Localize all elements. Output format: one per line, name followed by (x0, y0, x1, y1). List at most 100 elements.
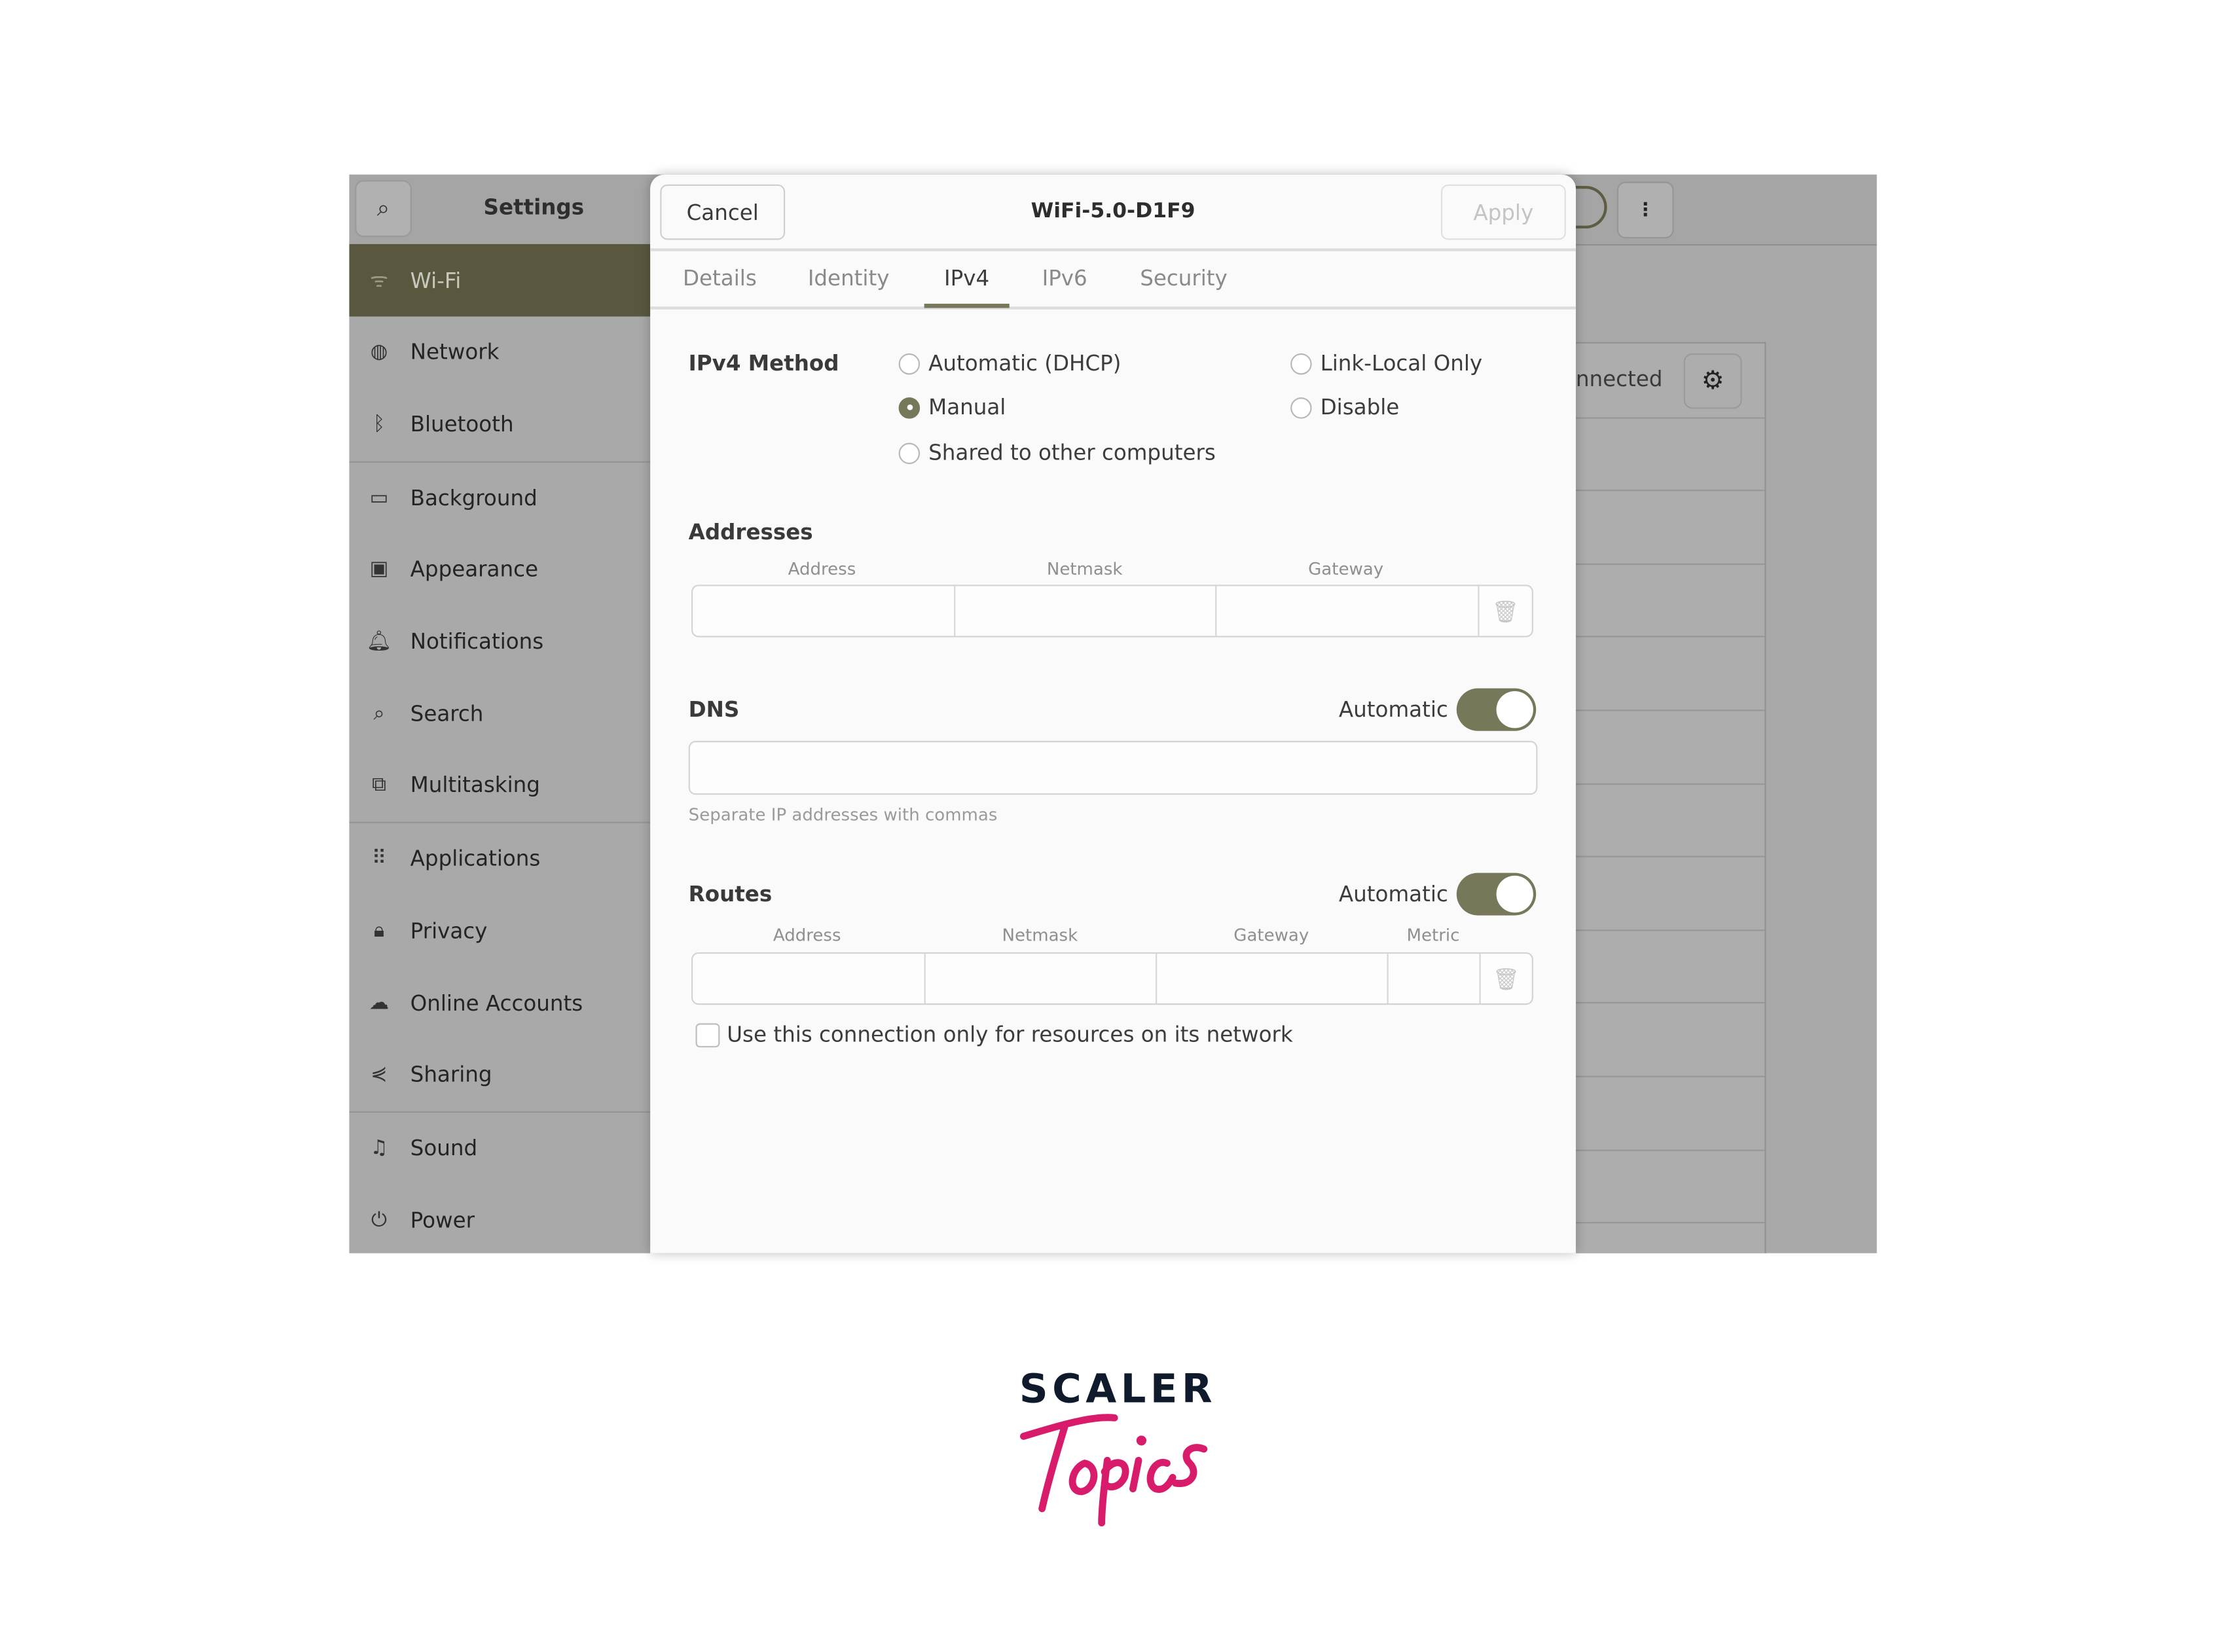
addresses-row: 🗑︎ (691, 584, 1533, 637)
network-list-row-divider (1575, 1149, 1765, 1151)
sidebar-item-label: Power (410, 1207, 475, 1233)
sidebar-item-power[interactable]: ⏻ Power (349, 1184, 650, 1253)
network-settings-button[interactable]: ⚙ (1683, 353, 1742, 409)
network-list-row-divider (1575, 1222, 1765, 1224)
apply-button[interactable]: Apply (1440, 184, 1566, 240)
trash-icon: 🗑︎ (1493, 965, 1520, 992)
connection-status: nnected (1575, 366, 1663, 392)
address-input[interactable] (693, 586, 956, 636)
route-metric-input[interactable] (1389, 954, 1481, 1004)
scaler-topics-logo (1019, 1414, 1208, 1527)
settings-title: Settings (483, 194, 585, 221)
gateway-input[interactable] (1216, 586, 1480, 636)
apps-grid-icon: ⠿ (371, 847, 387, 871)
tab-bar: Details Identity IPv4 IPv6 Security (650, 251, 1576, 310)
sidebar-item-notifications[interactable]: 🔔︎ Notifications (349, 605, 650, 678)
connection-dialog: Cancel WiFi-5.0-D1F9 Apply Details Ident… (650, 174, 1576, 1253)
sidebar-item-label: Online Accounts (410, 990, 583, 1016)
wifi-icon: ᯤ (370, 269, 388, 293)
dns-automatic-label: Automatic (1338, 696, 1448, 723)
routes-label: Routes (688, 881, 773, 907)
routes-automatic-toggle[interactable] (1456, 872, 1537, 916)
tab-identity[interactable]: Identity (808, 251, 890, 307)
share-icon: ⋞ (371, 1063, 388, 1086)
column-header: Metric (1406, 925, 1460, 946)
multitasking-icon: ⧉ (372, 774, 386, 797)
routes-row: 🗑︎ (691, 952, 1533, 1005)
bluetooth-icon: ᛒ (373, 412, 386, 436)
radio-automatic-dhcp[interactable]: Automatic (DHCP) (898, 350, 1122, 376)
sidebar-item-label: Privacy (410, 918, 488, 944)
radio-label: Shared to other computers (928, 440, 1216, 466)
screenshot-stage: ⌕ Settings ᯤ Wi-Fi ◍ Network ᛒ Bluetooth ▭ Back… (0, 0, 2226, 1652)
dns-label: DNS (688, 696, 740, 723)
sidebar-item-applications[interactable]: ⠿ Applications (349, 823, 650, 895)
network-list-row-divider (1575, 929, 1765, 931)
routes-automatic-label: Automatic (1338, 881, 1448, 907)
route-address-input[interactable] (693, 954, 926, 1004)
column-header: Netmask (1046, 559, 1123, 579)
radio-label: Manual (928, 394, 1006, 420)
radio-manual[interactable]: Manual (898, 394, 1006, 420)
gear-icon: ⚙ (1701, 366, 1724, 396)
sidebar-item-background[interactable]: ▭ Background (349, 461, 650, 534)
menu-button[interactable]: ⋮ (1616, 181, 1674, 239)
column-header: Netmask (1002, 925, 1078, 946)
background-display-icon: ▭ (369, 486, 389, 509)
sidebar-item-wi-fi[interactable]: ᯤ Wi-Fi (349, 243, 651, 317)
search-icon: ⌕ (373, 702, 385, 725)
sidebar-item-bluetooth[interactable]: ᛒ Bluetooth (349, 388, 650, 461)
column-header: Address (788, 559, 856, 579)
sidebar-item-label: Background (410, 484, 538, 511)
lock-icon: 🔒︎ (373, 919, 385, 943)
tab-ipv4[interactable]: IPv4 (924, 251, 1010, 308)
radio-label: Link-Local Only (1320, 350, 1483, 376)
tab-details[interactable]: Details (683, 251, 757, 307)
sidebar-item-privacy[interactable]: 🔒︎ Privacy (349, 895, 650, 967)
radio-link-local[interactable]: Link-Local Only (1290, 351, 1482, 376)
network-list-row-divider (1575, 783, 1765, 785)
sidebar-item-label: Sharing (410, 1062, 492, 1088)
sidebar-item-sound[interactable]: ♫ Sound (349, 1112, 650, 1185)
tab-ipv6[interactable]: IPv6 (1042, 251, 1087, 307)
trash-icon: 🗑︎ (1491, 598, 1520, 624)
sidebar-item-label: Network (410, 339, 500, 365)
dns-hint: Separate IP addresses with commas (688, 804, 998, 825)
network-list: nnected ⚙ (1575, 342, 1766, 1253)
power-icon: ⏻ (371, 1208, 387, 1232)
sidebar-item-sharing[interactable]: ⋞ Sharing (349, 1039, 650, 1111)
cancel-button[interactable]: Cancel (660, 184, 786, 240)
sidebar-item-label: Notifications (410, 628, 544, 655)
sidebar-item-network[interactable]: ◍ Network (349, 316, 650, 389)
search-button[interactable]: ⌕ (355, 180, 412, 238)
sidebar-item-multitasking[interactable]: ⧉ Multitasking (349, 749, 650, 822)
column-header: Address (773, 925, 841, 946)
network-list-row-divider (1575, 416, 1765, 418)
dns-automatic-toggle[interactable] (1456, 688, 1537, 731)
sidebar: ᯤ Wi-Fi ◍ Network ᛒ Bluetooth ▭ Background ▣ Appe… (349, 243, 652, 1253)
radio-disable[interactable]: Disable (1290, 395, 1399, 420)
route-gateway-input[interactable] (1157, 954, 1389, 1004)
partial-button[interactable] (1573, 186, 1607, 229)
sidebar-item-label: Appearance (410, 556, 538, 583)
only-local-checkbox[interactable] (695, 1023, 720, 1048)
netmask-input[interactable] (955, 586, 1217, 636)
delete-route-button[interactable]: 🗑︎ (1481, 954, 1532, 1003)
network-list-row-divider (1575, 1075, 1765, 1077)
cloud-icon: ☁ (369, 991, 390, 1015)
tab-security[interactable]: Security (1140, 251, 1228, 307)
dns-input[interactable] (688, 740, 1538, 795)
network-list-row-divider (1575, 636, 1765, 638)
route-netmask-input[interactable] (926, 954, 1158, 1004)
music-note-icon: ♫ (370, 1136, 388, 1160)
ipv4-method-label: IPv4 Method (688, 350, 839, 376)
sidebar-item-online-accounts[interactable]: ☁ Online Accounts (349, 967, 650, 1039)
sidebar-item-label: Multitasking (410, 772, 540, 799)
radio-shared[interactable]: Shared to other computers (898, 440, 1216, 466)
sidebar-item-search[interactable]: ⌕ Search (349, 677, 650, 750)
only-local-label: Use this connection only for resources o… (727, 1022, 1293, 1048)
column-header: Gateway (1233, 925, 1309, 946)
radio-label: Automatic (DHCP) (928, 350, 1122, 376)
sidebar-item-appearance[interactable]: ▣ Appearance (349, 533, 650, 606)
delete-address-button[interactable]: 🗑︎ (1479, 586, 1531, 636)
